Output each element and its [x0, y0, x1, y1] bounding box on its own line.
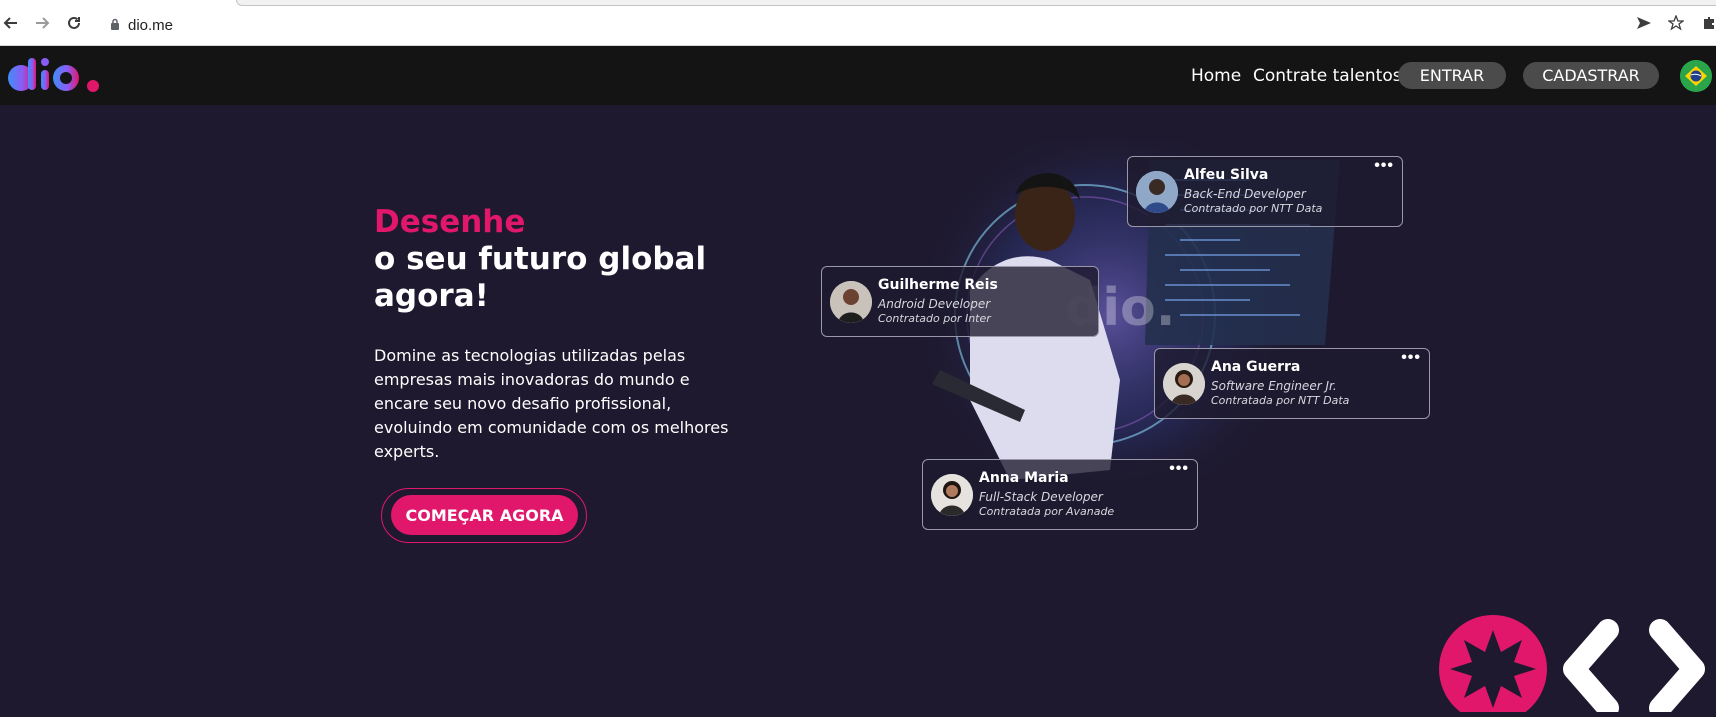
browser-toolbar: dio.me: [0, 0, 1716, 46]
chevron-left-icon: [1563, 619, 1619, 717]
more-options-icon[interactable]: •••: [1374, 157, 1394, 175]
hero-illustration: dio. Alfeu Silva Back-End Developer Cont…: [820, 115, 1430, 540]
brazil-flag-icon[interactable]: [1680, 60, 1712, 92]
avatar: [1163, 363, 1205, 405]
testimonial-card[interactable]: Guilherme Reis Android Developer Contrat…: [821, 266, 1099, 337]
decorative-shapes: [1438, 614, 1716, 717]
card-role: Software Engineer Jr.: [1211, 379, 1337, 393]
reload-icon[interactable]: [65, 14, 83, 32]
more-options-icon[interactable]: •••: [1401, 349, 1421, 367]
signup-button[interactable]: CADASTRAR: [1523, 62, 1659, 89]
avatar: [1136, 171, 1178, 213]
start-now-button[interactable]: COMEÇAR AGORA: [391, 495, 578, 535]
tab-strip: [236, 0, 1716, 6]
hero-title: o seu futuro global agora!: [374, 241, 707, 314]
url-text: dio.me: [128, 16, 174, 34]
testimonial-card[interactable]: Alfeu Silva Back-End Developer Contratad…: [1127, 156, 1403, 227]
chevron-right-icon: [1649, 619, 1705, 717]
card-hired-by: Contratado por Inter: [878, 312, 991, 325]
lock-icon: [110, 17, 120, 34]
card-role: Back-End Developer: [1184, 187, 1306, 201]
card-name: Alfeu Silva: [1184, 167, 1269, 183]
hero-headline: Desenhe o seu futuro global agora!: [374, 204, 754, 315]
avatar: [830, 281, 872, 323]
extensions-icon[interactable]: [1700, 14, 1716, 32]
hero-accent-word: Desenhe: [374, 204, 526, 240]
card-name: Guilherme Reis: [878, 277, 998, 293]
card-role: Android Developer: [878, 297, 991, 311]
forward-icon[interactable]: [33, 14, 51, 32]
back-icon[interactable]: [2, 14, 20, 32]
site-header: Home Contrate talentos ENTRAR CADASTRAR: [0, 46, 1716, 105]
avatar: [931, 474, 973, 516]
card-role: Full-Stack Developer: [979, 490, 1103, 504]
hero-description: Domine as tecnologias utilizadas pelas e…: [374, 346, 729, 461]
star-icon[interactable]: [1667, 14, 1685, 32]
card-name: Ana Guerra: [1211, 359, 1301, 375]
dio-logo[interactable]: [6, 56, 102, 96]
login-button[interactable]: ENTRAR: [1398, 62, 1506, 89]
more-options-icon[interactable]: •••: [1169, 460, 1189, 478]
star-burst-icon: [1439, 615, 1547, 717]
send-icon[interactable]: [1635, 14, 1653, 32]
card-hired-by: Contratado por NTT Data: [1184, 202, 1323, 215]
address-bar[interactable]: dio.me: [110, 16, 173, 34]
nav-hire-talents-link[interactable]: Contrate talentos: [1253, 66, 1402, 86]
card-hired-by: Contratada por Avanade: [979, 505, 1115, 518]
testimonial-card[interactable]: Anna Maria Full-Stack Developer Contrata…: [922, 459, 1198, 530]
testimonial-card[interactable]: Ana Guerra Software Engineer Jr. Contrat…: [1154, 348, 1430, 419]
card-hired-by: Contratada por NTT Data: [1211, 394, 1350, 407]
nav-home-link[interactable]: Home: [1191, 66, 1241, 86]
card-name: Anna Maria: [979, 470, 1069, 486]
